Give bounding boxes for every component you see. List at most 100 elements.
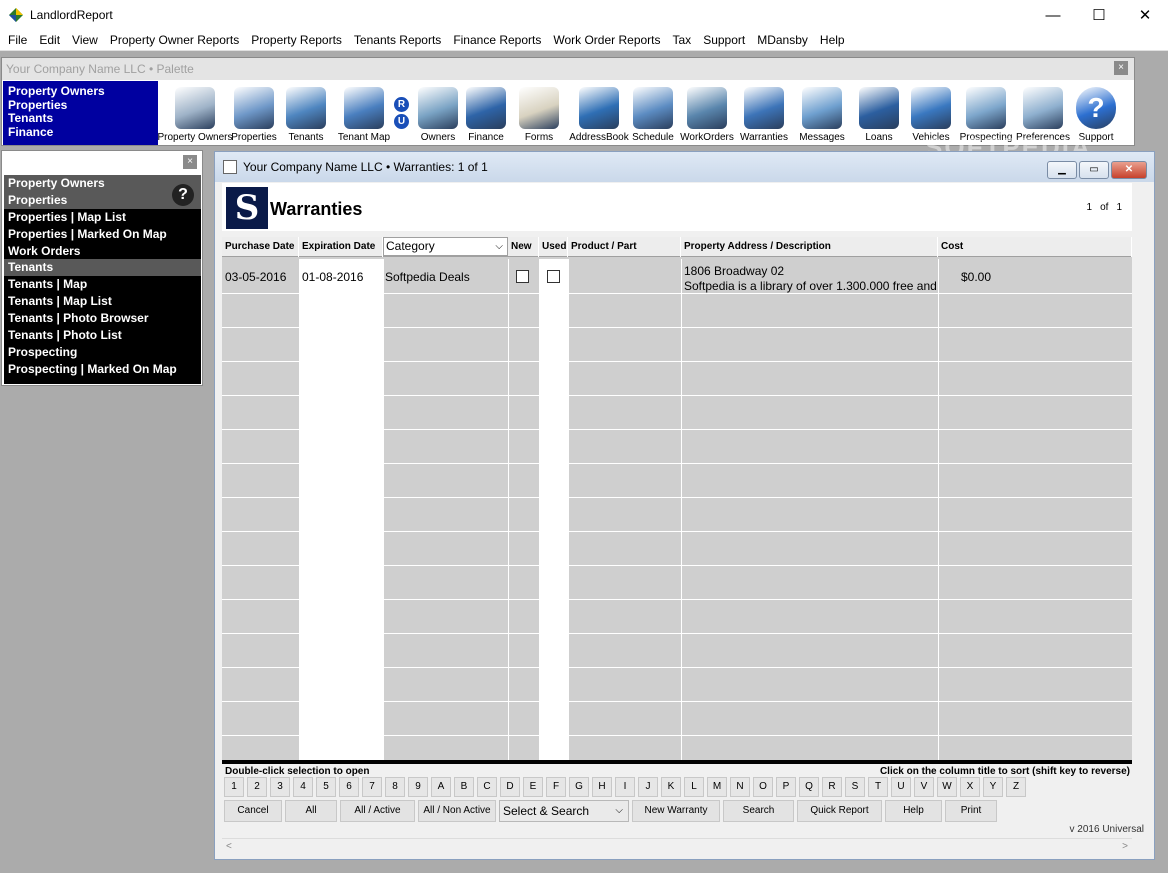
alpha-filter-k[interactable]: K — [661, 777, 681, 797]
help-button[interactable]: Help — [885, 800, 942, 822]
col-address[interactable]: Property Address / Description — [681, 237, 938, 257]
alpha-filter-o[interactable]: O — [753, 777, 773, 797]
alpha-filter-x[interactable]: X — [960, 777, 980, 797]
cancel-button[interactable]: Cancel — [224, 800, 282, 822]
palette-nav-properties[interactable]: Properties — [8, 98, 153, 113]
side-item-prospecting-marked-on-map[interactable]: Prospecting | Marked On Map — [4, 361, 201, 378]
minimize-button[interactable]: — — [1030, 0, 1076, 30]
alpha-filter-p[interactable]: P — [776, 777, 796, 797]
all-non-active-button[interactable]: All / Non Active — [418, 800, 496, 822]
quick-report-button[interactable]: Quick Report — [797, 800, 882, 822]
menu-item-tax[interactable]: Tax — [667, 33, 698, 47]
alpha-filter-c[interactable]: C — [477, 777, 497, 797]
alpha-filter-e[interactable]: E — [523, 777, 543, 797]
menu-item-edit[interactable]: Edit — [33, 33, 66, 47]
menu-item-finance-reports[interactable]: Finance Reports — [447, 33, 547, 47]
toolbar-loans-button[interactable]: Loans — [852, 81, 906, 145]
alpha-filter-1[interactable]: 1 — [224, 777, 244, 797]
alpha-filter-s[interactable]: S — [845, 777, 865, 797]
side-item-work-orders[interactable]: Work Orders — [4, 243, 201, 260]
alpha-filter-9[interactable]: 9 — [408, 777, 428, 797]
alpha-filter-2[interactable]: 2 — [247, 777, 267, 797]
palette-nav-tenants[interactable]: Tenants — [8, 112, 153, 126]
child-restore-button[interactable]: ▭ — [1079, 161, 1109, 179]
side-item-property-owners[interactable]: Property Owners — [4, 175, 201, 192]
ru-badge-icon[interactable]: RU — [394, 81, 410, 145]
toolbar-addressbook-button[interactable]: AddressBook — [569, 81, 629, 145]
toolbar-properties-button[interactable]: Properties — [230, 81, 278, 145]
alpha-filter-h[interactable]: H — [592, 777, 612, 797]
toolbar-tenants-button[interactable]: Tenants — [278, 81, 334, 145]
toolbar-workorders-button[interactable]: WorkOrders — [678, 81, 736, 145]
toolbar-property-owners-button[interactable]: Property Owners — [157, 81, 233, 145]
new-warranty-button[interactable]: New Warranty — [632, 800, 720, 822]
alpha-filter-w[interactable]: W — [937, 777, 957, 797]
col-purchase-date[interactable]: Purchase Date — [222, 237, 299, 257]
menu-item-property-owner-reports[interactable]: Property Owner Reports — [104, 33, 245, 47]
close-button[interactable]: ✕ — [1122, 0, 1168, 30]
alpha-filter-t[interactable]: T — [868, 777, 888, 797]
alpha-filter-6[interactable]: 6 — [339, 777, 359, 797]
side-item-properties-map-list[interactable]: Properties | Map List — [4, 209, 201, 226]
alpha-filter-g[interactable]: G — [569, 777, 589, 797]
alpha-filter-z[interactable]: Z — [1006, 777, 1026, 797]
select-search-dropdown[interactable]: Select & Search ⌵ — [499, 800, 629, 822]
horizontal-scrollbar[interactable]: < > — [222, 838, 1132, 855]
alpha-filter-u[interactable]: U — [891, 777, 911, 797]
menu-item-help[interactable]: Help — [814, 33, 851, 47]
alpha-filter-5[interactable]: 5 — [316, 777, 336, 797]
side-item-tenants[interactable]: Tenants — [4, 259, 201, 277]
new-checkbox[interactable] — [516, 270, 529, 283]
toolbar-finance-button[interactable]: Finance — [464, 81, 508, 145]
col-new[interactable]: New — [508, 237, 539, 257]
side-panel-close-button[interactable]: × — [183, 155, 197, 169]
help-icon[interactable]: ? — [172, 184, 194, 206]
side-item-properties-marked-on-map[interactable]: Properties | Marked On Map — [4, 226, 201, 243]
toolbar-owners-button[interactable]: Owners — [412, 81, 464, 145]
alpha-filter-b[interactable]: B — [454, 777, 474, 797]
toolbar-forms-button[interactable]: Forms — [508, 81, 570, 145]
all-button[interactable]: All — [285, 800, 337, 822]
alpha-filter-n[interactable]: N — [730, 777, 750, 797]
menu-item-work-order-reports[interactable]: Work Order Reports — [547, 33, 666, 47]
palette-nav-property-owners[interactable]: Property Owners — [8, 84, 153, 99]
alpha-filter-v[interactable]: V — [914, 777, 934, 797]
toolbar-tenant-map-button[interactable]: Tenant Map — [334, 81, 394, 145]
col-product[interactable]: Product / Part — [568, 237, 681, 257]
toolbar-warranties-button[interactable]: Warranties — [736, 81, 792, 145]
alpha-filter-f[interactable]: F — [546, 777, 566, 797]
palette-close-button[interactable]: × — [1114, 61, 1128, 75]
menu-item-property-reports[interactable]: Property Reports — [245, 33, 348, 47]
alpha-filter-q[interactable]: Q — [799, 777, 819, 797]
alpha-filter-7[interactable]: 7 — [362, 777, 382, 797]
alpha-filter-8[interactable]: 8 — [385, 777, 405, 797]
alpha-filter-3[interactable]: 3 — [270, 777, 290, 797]
menu-item-view[interactable]: View — [66, 33, 104, 47]
alpha-filter-y[interactable]: Y — [983, 777, 1003, 797]
print-button[interactable]: Print — [945, 800, 997, 822]
scroll-left-icon[interactable]: < — [226, 841, 232, 852]
scroll-right-icon[interactable]: > — [1122, 841, 1128, 852]
menu-item-support[interactable]: Support — [697, 33, 751, 47]
maximize-button[interactable]: ☐ — [1076, 0, 1122, 30]
palette-nav-finance[interactable]: Finance — [8, 125, 153, 140]
side-item-tenants-map[interactable]: Tenants | Map — [4, 276, 201, 293]
used-checkbox[interactable] — [547, 270, 560, 283]
alpha-filter-a[interactable]: A — [431, 777, 451, 797]
alpha-filter-r[interactable]: R — [822, 777, 842, 797]
col-expiration-date[interactable]: Expiration Date — [299, 237, 383, 257]
col-used[interactable]: Used — [539, 237, 568, 257]
side-item-tenants-map-list[interactable]: Tenants | Map List — [4, 293, 201, 310]
child-close-button[interactable]: ✕ — [1111, 161, 1147, 179]
alpha-filter-d[interactable]: D — [500, 777, 520, 797]
side-item-tenants-photo-list[interactable]: Tenants | Photo List — [4, 327, 201, 344]
side-item-tenants-photo-browser[interactable]: Tenants | Photo Browser — [4, 310, 201, 327]
col-cost[interactable]: Cost — [938, 237, 1132, 257]
menu-item-file[interactable]: File — [2, 33, 33, 47]
alpha-filter-i[interactable]: I — [615, 777, 635, 797]
side-item-prospecting[interactable]: Prospecting — [4, 344, 201, 361]
alpha-filter-l[interactable]: L — [684, 777, 704, 797]
child-minimize-button[interactable]: ▁ — [1047, 161, 1077, 179]
toolbar-messages-button[interactable]: Messages — [792, 81, 852, 145]
alpha-filter-j[interactable]: J — [638, 777, 658, 797]
